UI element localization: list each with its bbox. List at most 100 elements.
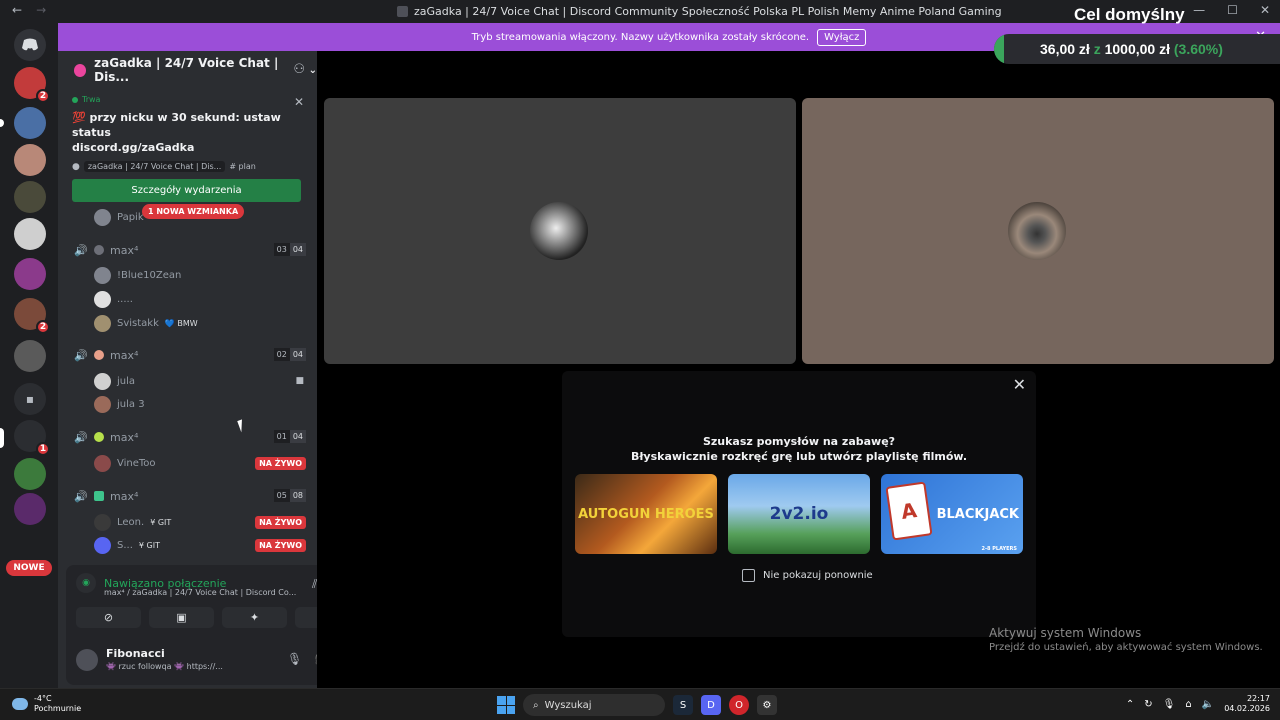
microphone-icon[interactable]: 🎙 [287, 652, 302, 666]
windows-start-icon[interactable] [497, 696, 515, 714]
server-icon-8[interactable] [14, 340, 46, 372]
new-unreads-badge[interactable]: NOWE [6, 560, 52, 576]
chevron-up-icon[interactable]: ⌃ [1126, 699, 1134, 710]
server-avatar-icon [74, 63, 87, 77]
video-tile[interactable] [324, 98, 796, 364]
speaker-icon: 🔊 [74, 490, 88, 503]
event-server-chip[interactable]: zaGadka | 24/7 Voice Chat | Dis... [83, 161, 226, 172]
soundboard-icon[interactable]: ✧ [295, 607, 317, 628]
avatar [530, 202, 588, 260]
activities-icon[interactable]: ✦ [222, 607, 287, 628]
avatar [94, 314, 111, 332]
list-item[interactable]: jula ■ [94, 372, 306, 390]
server-icon-11[interactable] [14, 493, 46, 525]
camera-icon: ■ [295, 376, 304, 386]
checkbox[interactable] [742, 569, 755, 582]
sync-icon[interactable]: ↻ [1144, 699, 1152, 710]
user-name: Svistakk [117, 317, 159, 329]
voice-channel-name: max⁴ [110, 430, 139, 444]
back-arrow-icon[interactable]: ← [12, 3, 22, 17]
voice-channel-name: max⁴ [110, 489, 139, 503]
user-name: Papik [117, 211, 144, 223]
window-controls: — ☐ ✕ [1193, 3, 1270, 17]
discord-home-icon[interactable] [14, 29, 46, 61]
server-icon-3[interactable] [14, 144, 46, 176]
weather-widget[interactable]: -4°C Pochmurnie [12, 694, 81, 714]
list-item[interactable]: S... ¥ GIT NA ŻYWO [94, 536, 306, 554]
invite-people-icon[interactable]: ⚇ [293, 62, 305, 77]
headphones-icon[interactable]: 🎧 [314, 652, 317, 666]
server-icon-1[interactable]: 2 [14, 67, 50, 103]
folder-icon[interactable]: ▪ [14, 383, 46, 415]
opera-icon[interactable]: O [729, 695, 749, 715]
minimize-icon[interactable]: — [1193, 3, 1205, 17]
video-tile[interactable] [802, 98, 1274, 364]
taskbar-search[interactable]: ⌕ Wyszukaj [523, 694, 665, 716]
voice-channel[interactable]: 🔊 max⁴ 01 04 [74, 429, 306, 445]
server-icon-7[interactable]: 2 [14, 298, 50, 334]
current-user-name[interactable]: Fibonacci [106, 647, 165, 660]
forward-arrow-icon[interactable]: → [36, 3, 46, 17]
player-count: 2-8 PLAYERS [981, 546, 1017, 552]
maximize-icon[interactable]: ☐ [1227, 3, 1238, 17]
user-name: !Blue10Zean [117, 269, 182, 281]
list-item[interactable]: jula 3 [94, 395, 306, 413]
server-header[interactable]: zaGadka | 24/7 Voice Chat | Dis... ⌄ ⚇ [58, 51, 317, 89]
event-title-line2: discord.gg/zaGadka [72, 141, 195, 154]
activity-card-blackjack[interactable]: A BLACKJACK 2-8 PLAYERS [881, 474, 1023, 554]
dont-show-again-checkbox[interactable]: Nie pokazuj ponownie [742, 569, 873, 582]
network-icon[interactable]: ⌂ [1185, 699, 1191, 710]
system-tray: ⌃ ↻ 🎙 ⌂ 🔈 22:17 04.02.2026 [1126, 694, 1270, 714]
nav-buttons: ← → [12, 3, 46, 17]
activity-card-autogun-heroes[interactable]: AUTOGUN HEROES [575, 474, 717, 554]
screen-share-icon[interactable]: ▣ [149, 607, 214, 628]
activity-card-2v2io[interactable]: 2v2.io [728, 474, 870, 554]
list-item[interactable]: Svistakk 💙 BMW [94, 314, 306, 332]
clock[interactable]: 22:17 04.02.2026 [1224, 694, 1270, 714]
list-item[interactable]: Leon. ¥ GIT NA ŻYWO [94, 513, 306, 531]
event-channel[interactable]: # plan [229, 162, 256, 171]
server-icon-10[interactable] [14, 458, 46, 490]
list-item[interactable]: ..... [94, 290, 306, 308]
close-icon[interactable]: ✕ [1013, 375, 1026, 394]
discord-icon[interactable]: D [701, 695, 721, 715]
selected-pill [0, 428, 4, 448]
user-name: VineToo [117, 457, 156, 469]
search-icon: ⌕ [533, 699, 539, 711]
server-icon-2[interactable] [14, 107, 46, 139]
new-mention-badge[interactable]: 1 NOWA WZMIANKA [142, 204, 245, 219]
voice-channel[interactable]: 🔊 max⁴ 03 04 [74, 242, 306, 258]
server-icon-6[interactable] [14, 258, 46, 290]
user-name: Leon. [117, 516, 145, 528]
live-badge: NA ŻYWO [255, 515, 306, 529]
list-item[interactable]: !Blue10Zean [94, 266, 306, 284]
avatar [1008, 202, 1066, 260]
goal-progress-fill [994, 34, 1005, 64]
signal-icon[interactable]: ◉ [76, 573, 96, 593]
avatar [94, 290, 111, 308]
microphone-icon[interactable]: 🎙 [1163, 699, 1176, 710]
avatar [94, 395, 111, 413]
noise-suppression-icon[interactable]: ⫽ [312, 577, 317, 592]
user-tag: ¥ GIT [138, 540, 160, 550]
camera-off-icon[interactable]: ⊘ [76, 607, 141, 628]
location-pin-icon: ● [72, 161, 80, 172]
voice-channel[interactable]: 🔊 max⁴ 05 08 [74, 488, 306, 504]
close-icon[interactable]: ✕ [294, 95, 304, 109]
server-icon-4[interactable] [14, 181, 46, 213]
voice-stage: ✕ Szukasz pomysłów na zabawę? Błyskawicz… [318, 51, 1280, 688]
close-icon[interactable]: ✕ [1260, 3, 1270, 17]
app-icon[interactable]: ⚙ [757, 695, 777, 715]
avatar[interactable] [76, 649, 98, 671]
volume-icon[interactable]: 🔈 [1202, 699, 1214, 710]
voice-channel[interactable]: 🔊 max⁴ 02 04 [74, 347, 306, 363]
disable-streamer-mode-button[interactable]: Wyłącz [817, 28, 867, 46]
server-icon-5[interactable] [14, 218, 46, 250]
list-item[interactable]: VineToo NA ŻYWO [94, 454, 306, 472]
connected-channel[interactable]: max⁴ / zaGadka | 24/7 Voice Chat | Disco… [104, 588, 304, 597]
event-details-button[interactable]: Szczegóły wydarzenia [72, 179, 301, 202]
user-count-current: 03 [273, 243, 290, 256]
user-count-current: 01 [273, 430, 290, 443]
steam-icon[interactable]: S [673, 695, 693, 715]
server-icon-9[interactable]: 1 [14, 420, 50, 456]
